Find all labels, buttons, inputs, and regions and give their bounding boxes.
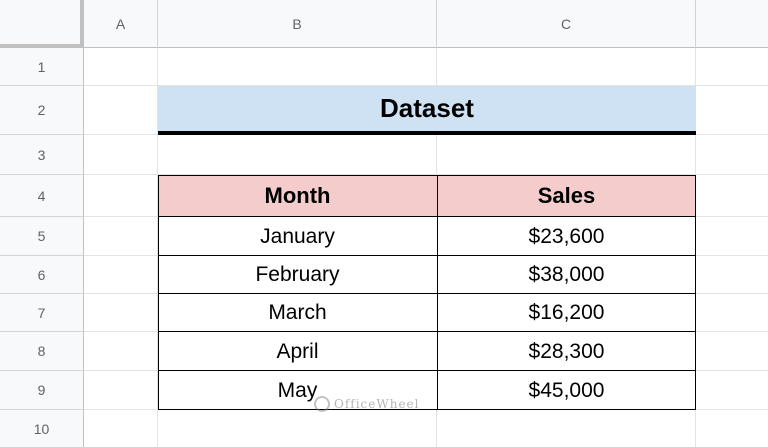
row-header-label: 8 [37,343,46,359]
row-header-label: 9 [37,382,46,398]
officewheel-logo-icon [314,396,330,412]
table-border [158,175,696,176]
table-border [158,175,159,410]
cell-sales[interactable]: $45,000 [437,371,696,410]
cell-value: $23,600 [528,224,605,248]
row-header-10[interactable]: 10 [0,410,84,447]
header-label: Month [264,183,331,208]
row-header-8[interactable]: 8 [0,332,84,371]
row-header-label: 3 [37,146,46,163]
cell-month[interactable]: March [158,294,437,332]
column-header-label: B [292,15,302,32]
header-cell-month[interactable]: Month [158,175,437,217]
row-header-6[interactable]: 6 [0,256,84,294]
cell-value: May [277,378,318,402]
cell-sales[interactable]: $23,600 [437,217,696,256]
table-border [158,216,696,217]
row-header-9[interactable]: 9 [0,371,84,410]
row-header-3[interactable]: 3 [0,135,84,175]
cell-month[interactable]: January [158,217,437,256]
table-border [158,370,696,371]
cell-value: April [276,339,319,363]
watermark-text: OfficeWheel [334,397,420,411]
cell-sales[interactable]: $28,300 [437,332,696,371]
watermark: OfficeWheel [314,396,419,412]
row-header-label: 5 [37,228,46,244]
column-header-d[interactable] [696,0,768,48]
select-all-corner[interactable] [0,0,84,48]
table-border [437,175,438,410]
cell-value: February [255,263,340,286]
dataset-title-cell[interactable]: Dataset [158,86,696,135]
cell-sales[interactable]: $38,000 [437,256,696,294]
row-header-5[interactable]: 5 [0,217,84,256]
cell-month[interactable]: April [158,332,437,371]
cell-value: $38,000 [528,263,605,286]
row-header-7[interactable]: 7 [0,294,84,332]
row-header-1[interactable]: 1 [0,48,84,86]
table-border [695,175,696,410]
cell-value: March [268,301,327,324]
cell-value: $28,300 [528,339,605,363]
cell-value: January [260,224,335,248]
table-border [158,255,696,256]
header-label: Sales [537,183,596,208]
row-header-label: 2 [37,102,46,118]
column-header-label: A [115,15,126,32]
row-header-4[interactable]: 4 [0,175,84,217]
table-border [158,409,696,410]
column-header-a[interactable]: A [84,0,158,48]
row-header-label: 6 [37,266,46,283]
column-header-c[interactable]: C [437,0,696,48]
cell-sales[interactable]: $16,200 [437,294,696,332]
cell-month[interactable]: February [158,256,437,294]
column-header-label: C [560,15,572,32]
row-header-label: 4 [37,187,46,204]
table-border [158,331,696,332]
table-border [158,293,696,294]
cell-value: $16,200 [528,301,605,324]
row-header-label: 10 [33,420,50,437]
column-header-b[interactable]: B [158,0,437,48]
row-header-label: 1 [37,58,46,75]
dataset-title: Dataset [380,93,474,123]
row-header-label: 7 [37,304,46,321]
header-cell-sales[interactable]: Sales [437,175,696,217]
cell-value: $45,000 [528,378,605,402]
row-header-2[interactable]: 2 [0,86,84,135]
